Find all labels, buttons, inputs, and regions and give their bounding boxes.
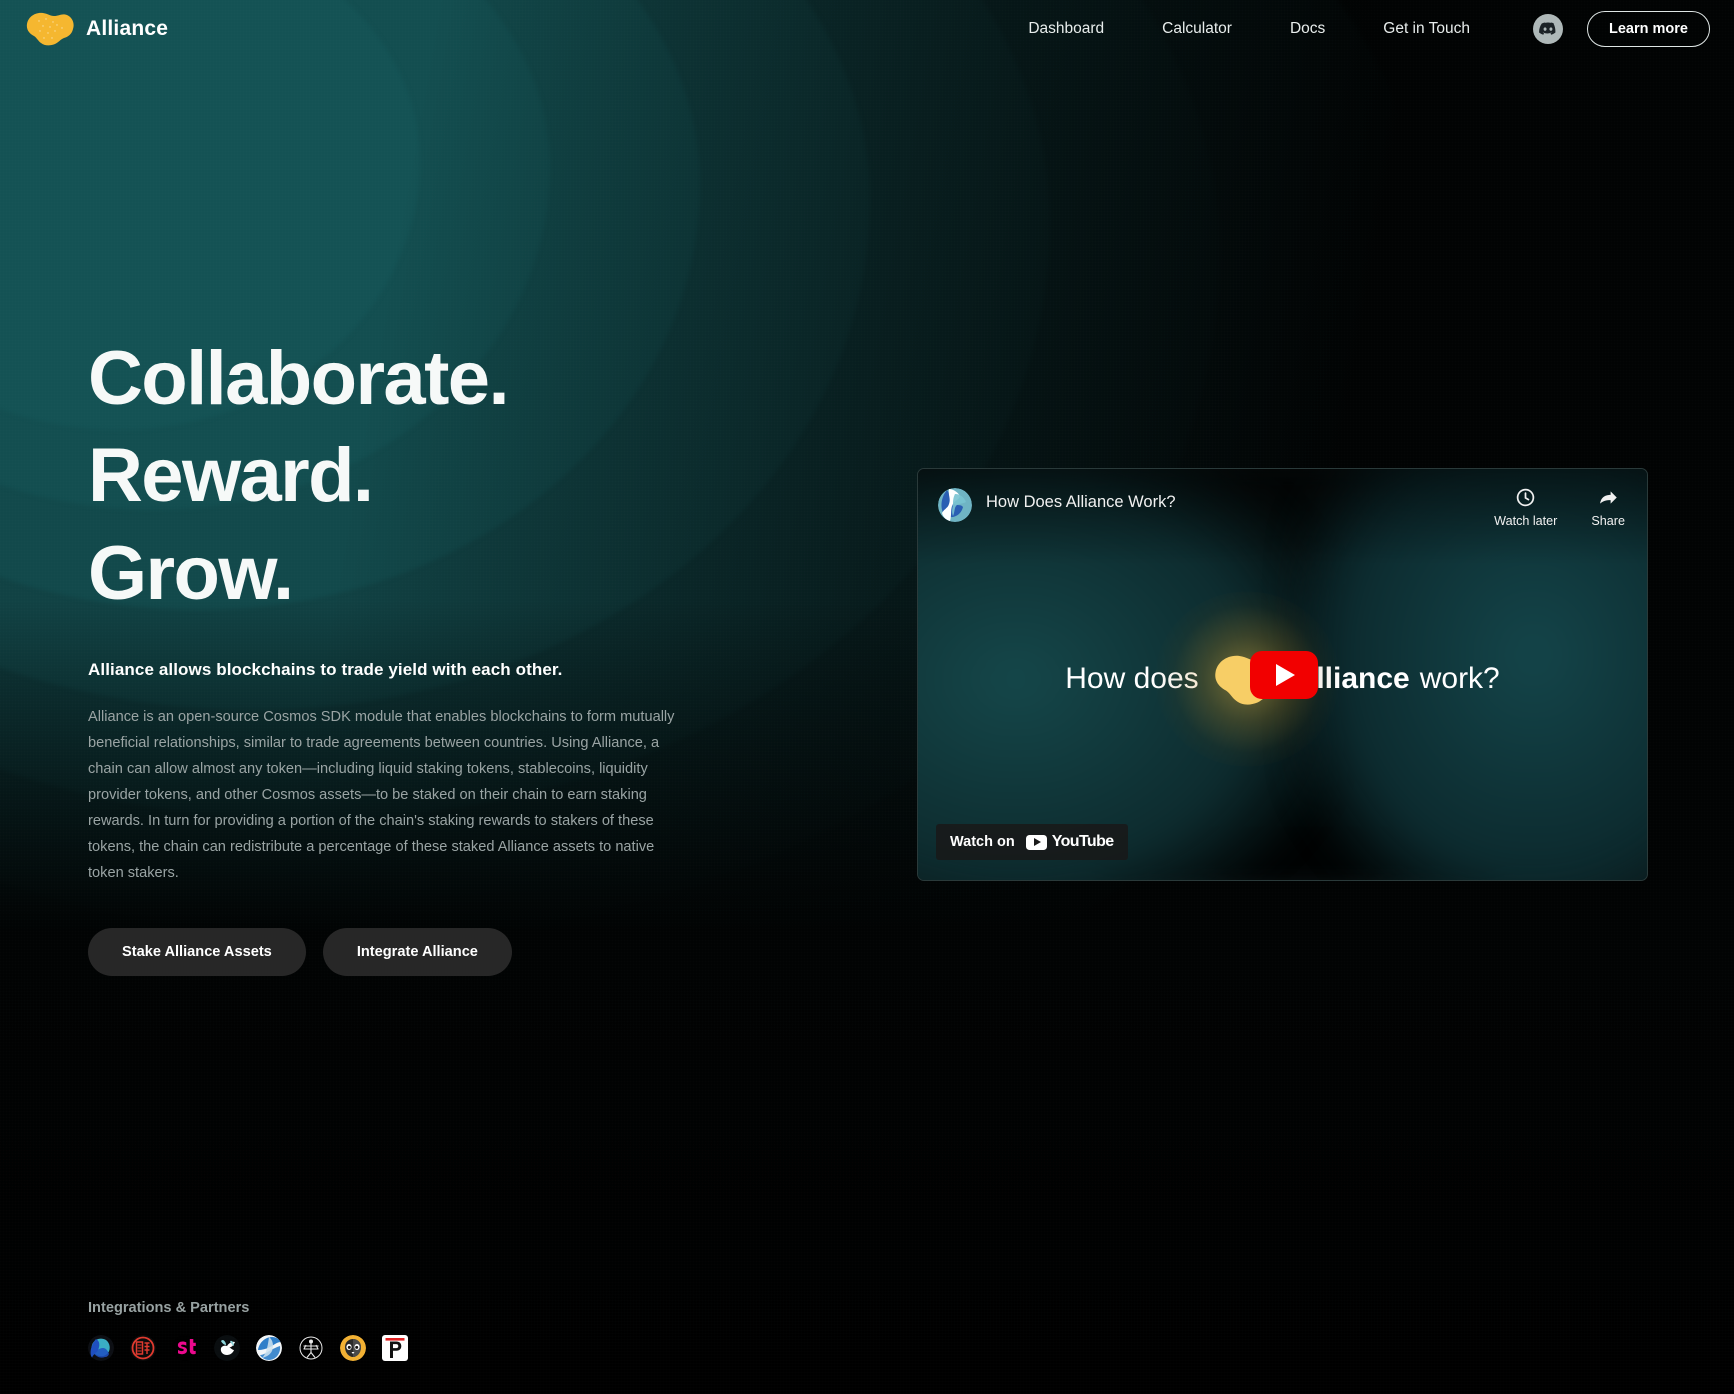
- partner-logo-3[interactable]: [172, 1335, 198, 1361]
- brand-logo-link[interactable]: Alliance: [22, 11, 168, 47]
- nav-item-docs[interactable]: Docs: [1261, 20, 1354, 38]
- hero-content: Collaborate. Reward. Grow. Alliance allo…: [88, 330, 728, 976]
- hero-headline-line-2: Reward.: [88, 433, 374, 519]
- partner-logo-8[interactable]: [382, 1335, 408, 1361]
- nav-item-get-in-touch[interactable]: Get in Touch: [1354, 20, 1499, 38]
- brand-name: Alliance: [86, 17, 169, 40]
- partner-logo-6[interactable]: [298, 1335, 324, 1361]
- partner-logo-5[interactable]: [256, 1335, 282, 1361]
- nav-item-dashboard[interactable]: Dashboard: [999, 20, 1133, 38]
- youtube-play-badge-icon: [1025, 834, 1047, 850]
- partner-logo-4[interactable]: [214, 1335, 240, 1361]
- share-label: Share: [1591, 514, 1625, 528]
- video-actions: Watch later Share: [1494, 487, 1625, 528]
- partner-logo-7[interactable]: [340, 1335, 366, 1361]
- share-button[interactable]: Share: [1591, 487, 1625, 528]
- stake-alliance-assets-button[interactable]: Stake Alliance Assets: [88, 927, 306, 976]
- site-header: Alliance Dashboard Calculator Docs Get i…: [0, 0, 1734, 58]
- hero-lede: Alliance allows blockchains to trade yie…: [88, 659, 563, 679]
- channel-avatar-icon[interactable]: [938, 488, 972, 522]
- overlay-suffix: work?: [1419, 662, 1500, 695]
- hero-headline-line-3: Grow.: [88, 530, 294, 616]
- partners-title: Integrations & Partners: [88, 1300, 250, 1316]
- partner-logo-row: [88, 1335, 408, 1361]
- hero-headline-line-1: Collaborate.: [88, 336, 510, 421]
- page-root: Alliance Dashboard Calculator Docs Get i…: [0, 0, 1734, 1394]
- clock-icon: [1517, 488, 1535, 507]
- youtube-wordmark: YouTube: [1051, 833, 1114, 850]
- watch-on-label: Watch on: [950, 834, 1015, 850]
- integrations-partners-section: Integrations & Partners: [88, 1300, 408, 1361]
- watch-later-button[interactable]: Watch later: [1494, 487, 1557, 528]
- share-arrow-icon: [1600, 491, 1617, 504]
- learn-more-button[interactable]: Learn more: [1587, 11, 1710, 47]
- hero-button-row: Stake Alliance Assets Integrate Alliance: [88, 927, 728, 976]
- partner-logo-2[interactable]: [130, 1335, 156, 1361]
- video-top-bar: How Does Alliance Work? Watch later Shar…: [918, 469, 1647, 565]
- video-title[interactable]: How Does Alliance Work?: [986, 493, 1176, 512]
- integrate-alliance-button[interactable]: Integrate Alliance: [322, 927, 512, 976]
- partner-logo-1[interactable]: [88, 1335, 114, 1361]
- watch-on-youtube-button[interactable]: Watch on YouTube: [936, 824, 1128, 860]
- youtube-logo: YouTube: [1025, 833, 1114, 851]
- nav-item-calculator[interactable]: Calculator: [1133, 20, 1261, 38]
- hero-paragraph: Alliance is an open-source Cosmos SDK mo…: [88, 708, 675, 881]
- main-navigation: Dashboard Calculator Docs Get in Touch L…: [999, 11, 1710, 47]
- youtube-play-icon[interactable]: [1249, 650, 1318, 699]
- youtube-video-embed[interactable]: How Does Alliance Work? Watch later Shar…: [917, 468, 1648, 881]
- discord-link[interactable]: [1533, 14, 1564, 44]
- alliance-blob-logo: [26, 12, 74, 46]
- watch-later-label: Watch later: [1494, 514, 1558, 528]
- discord-icon: [1539, 22, 1556, 35]
